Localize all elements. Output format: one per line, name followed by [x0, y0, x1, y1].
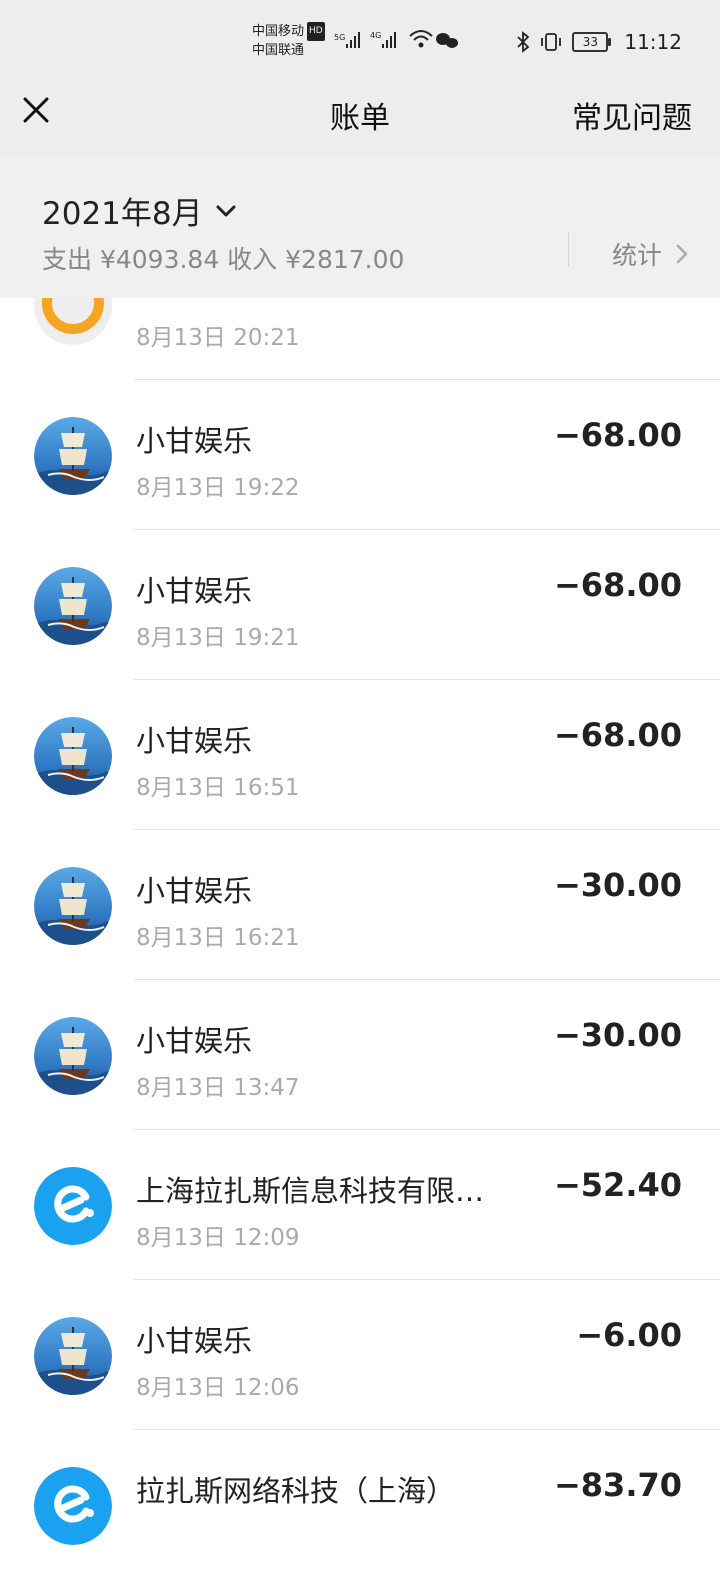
sailing-ship-avatar: [34, 717, 112, 795]
signal-wifi-icons: 5G 4G: [334, 30, 458, 48]
bluetooth-icon: [517, 31, 530, 53]
status-bar: 中国移动 HD 中国联通 5G 4G 33 11:12: [0, 0, 720, 84]
nav-bar: 账单 常见问题: [0, 84, 720, 156]
month-selector[interactable]: 2021年8月: [42, 188, 237, 233]
vibrate-icon: [541, 33, 562, 51]
transaction-time: 8月13日 19:22: [136, 475, 300, 501]
transaction-amount: −30.00: [553, 866, 682, 904]
sailing-ship-avatar: [34, 1317, 112, 1395]
month-label: 2021年8月: [42, 196, 203, 232]
chevron-down-icon: [216, 205, 236, 216]
transaction-time: 8月13日 19:21: [136, 625, 300, 651]
merchant-name: 小甘娱乐: [136, 424, 253, 458]
transaction-row[interactable]: 小甘娱乐 8月13日 16:51 −68.00: [0, 680, 720, 830]
transaction-row[interactable]: 小甘娱乐 8月13日 12:06 −6.00: [0, 1280, 720, 1430]
divider: [568, 232, 569, 266]
transaction-time: 8月13日 13:47: [136, 1075, 300, 1101]
transaction-list[interactable]: 8月13日 20:21 小甘娱乐 8月13日 19:22 −68.00 小甘娱乐…: [0, 230, 720, 1580]
transaction-time: 8月13日 16:21: [136, 925, 300, 951]
sailing-ship-avatar: [34, 567, 112, 645]
transaction-amount: −30.00: [553, 1016, 682, 1054]
stats-button[interactable]: 统计: [612, 236, 688, 272]
sailing-ship-avatar: [34, 867, 112, 945]
carrier-2: 中国联通: [252, 43, 305, 58]
transaction-amount: −68.00: [553, 416, 682, 454]
merchant-name: 小甘娱乐: [136, 874, 253, 908]
system-status: 33 11:12: [516, 28, 682, 56]
faq-button[interactable]: 常见问题: [572, 93, 692, 137]
battery-icon: 33: [572, 32, 612, 52]
transaction-time: 8月13日 12:09: [136, 1225, 300, 1251]
stats-label: 统计: [612, 241, 663, 270]
transaction-amount: −68.00: [553, 716, 682, 754]
sailing-ship-avatar: [34, 417, 112, 495]
transaction-amount: −52.40: [553, 1166, 682, 1204]
carrier-info: 中国移动 HD 中国联通: [252, 22, 325, 60]
clock: 11:12: [624, 30, 682, 54]
carrier-1: 中国移动: [252, 24, 305, 39]
merchant-name: 小甘娱乐: [136, 574, 253, 608]
merchant-name: 小甘娱乐: [136, 1324, 253, 1358]
merchant-name: 小甘娱乐: [136, 724, 253, 758]
month-summary: 2021年8月 支出 ¥4093.84 收入 ¥2817.00 统计: [0, 156, 720, 298]
transaction-row[interactable]: 拉扎斯网络科技（上海） −83.70: [0, 1430, 720, 1580]
transaction-time: 8月13日 12:06: [136, 1375, 300, 1401]
transaction-amount: −68.00: [553, 566, 682, 604]
transaction-row[interactable]: 小甘娱乐 8月13日 19:21 −68.00: [0, 530, 720, 680]
merchant-name: 拉扎斯网络科技（上海）: [136, 1474, 456, 1508]
transaction-amount: −83.70: [553, 1466, 682, 1504]
transaction-row[interactable]: 小甘娱乐 8月13日 19:22 −68.00: [0, 380, 720, 530]
hd-badge: HD: [307, 22, 325, 41]
transaction-row[interactable]: 小甘娱乐 8月13日 13:47 −30.00: [0, 980, 720, 1130]
net-label-2: 4G: [370, 31, 381, 40]
eleme-logo-icon: [34, 1467, 112, 1545]
chevron-right-icon: [676, 244, 688, 264]
eleme-logo-icon: [34, 1167, 112, 1245]
net-label-1: 5G: [334, 33, 345, 42]
sailing-ship-avatar: [34, 1017, 112, 1095]
merchant-name: 上海拉扎斯信息科技有限…: [136, 1174, 485, 1208]
transaction-time: 8月13日 20:21: [136, 325, 300, 351]
transaction-row[interactable]: 上海拉扎斯信息科技有限… 8月13日 12:09 −52.40: [0, 1130, 720, 1280]
transaction-amount: −6.00: [576, 1316, 682, 1354]
transaction-time: 8月13日 16:51: [136, 775, 300, 801]
expense-income-totals: 支出 ¥4093.84 收入 ¥2817.00: [42, 245, 405, 274]
transaction-row[interactable]: 小甘娱乐 8月13日 16:21 −30.00: [0, 830, 720, 980]
merchant-name: 小甘娱乐: [136, 1024, 253, 1058]
